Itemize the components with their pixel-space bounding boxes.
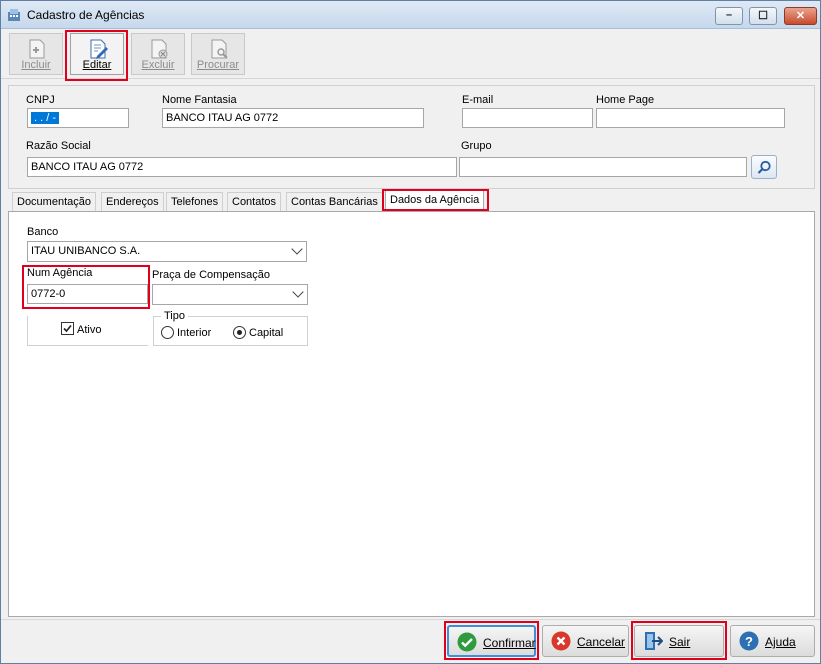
editar-button[interactable]: Editar: [70, 33, 124, 75]
svg-text:?: ?: [745, 634, 753, 649]
exit-door-icon: [645, 632, 663, 650]
interior-label: Interior: [177, 327, 212, 339]
ajuda-label: Ajuda: [765, 635, 796, 649]
check-circle-icon: [457, 632, 477, 652]
procurar-label: Procurar: [196, 59, 240, 71]
capital-radio[interactable]: [233, 326, 246, 339]
praca-compensacao-select[interactable]: [152, 284, 308, 305]
minimize-button[interactable]: –: [715, 7, 743, 25]
homepage-label: Home Page: [596, 94, 655, 106]
ajuda-button[interactable]: ? Ajuda: [730, 625, 815, 657]
cnpj-field[interactable]: . . / -: [27, 108, 129, 128]
tab-dados-agencia[interactable]: Dados da Agência: [385, 190, 485, 211]
num-agencia-label: Num Agência: [27, 267, 93, 279]
confirmar-button[interactable]: Confirmar: [447, 625, 536, 657]
razao-social-field[interactable]: BANCO ITAU AG 0772: [27, 157, 457, 177]
praca-compensacao-label: Praça de Compensação: [152, 269, 271, 281]
ativo-checkbox[interactable]: [61, 322, 74, 335]
excluir-label: Excluir: [141, 59, 175, 71]
grupo-field[interactable]: [459, 157, 747, 177]
cnpj-label: CNPJ: [26, 94, 55, 106]
search-icon: [757, 160, 771, 174]
tab-telefones[interactable]: Telefones: [166, 192, 224, 211]
grupo-label: Grupo: [461, 140, 492, 152]
email-field[interactable]: [462, 108, 593, 128]
toolbar: Incluir Editar Excluir Procurar: [1, 29, 820, 79]
editar-label: Editar: [82, 59, 112, 71]
delete-document-icon: [151, 39, 168, 59]
new-document-icon: [29, 39, 45, 59]
window-title: Cadastro de Agências: [27, 8, 145, 22]
search-document-icon: [211, 39, 228, 59]
tab-documentacao[interactable]: Documentação: [12, 192, 96, 211]
tipo-label: Tipo: [161, 310, 188, 322]
banco-value: ITAU UNIBANCO S.A.: [31, 245, 141, 257]
tab-contatos[interactable]: Contatos: [227, 192, 282, 211]
edit-document-icon: [90, 39, 108, 59]
ativo-label: Ativo: [77, 324, 102, 336]
incluir-button[interactable]: Incluir: [9, 33, 63, 75]
confirmar-label: Confirmar: [483, 636, 536, 650]
homepage-field[interactable]: [596, 108, 785, 128]
agency-registration-window: Cadastro de Agências – ☐ ✕ Incluir Edita…: [0, 0, 821, 664]
capital-label: Capital: [249, 327, 284, 339]
title-bar: Cadastro de Agências – ☐ ✕: [1, 1, 820, 29]
grupo-search-button[interactable]: [751, 155, 777, 179]
banco-select[interactable]: ITAU UNIBANCO S.A.: [27, 241, 307, 262]
chevron-down-icon: [291, 243, 303, 255]
tab-contas-bancarias[interactable]: Contas Bancárias: [286, 192, 383, 211]
email-label: E-mail: [462, 94, 494, 106]
excluir-button[interactable]: Excluir: [131, 33, 185, 75]
tab-strip: Documentação Endereços Telefones Contato…: [8, 190, 815, 212]
cnpj-value: . . / -: [31, 112, 59, 124]
num-agencia-field[interactable]: 0772-0: [27, 284, 148, 304]
sair-button[interactable]: Sair: [634, 625, 724, 657]
help-circle-icon: ?: [739, 631, 759, 651]
close-icon: ✕: [795, 10, 806, 22]
close-button[interactable]: ✕: [784, 7, 817, 25]
maximize-button[interactable]: ☐: [749, 7, 777, 25]
interior-radio[interactable]: [161, 326, 174, 339]
chevron-down-icon: [292, 286, 304, 298]
checkmark-icon: [63, 324, 72, 333]
sair-label: Sair: [669, 635, 691, 649]
maximize-icon: ☐: [758, 10, 768, 22]
minimize-icon: –: [725, 9, 733, 21]
footer-bar: Confirmar Cancelar Sair ? Ajuda: [1, 619, 820, 663]
cancelar-button[interactable]: Cancelar: [542, 625, 629, 657]
dados-agencia-page: Banco ITAU UNIBANCO S.A. Num Agência 077…: [8, 211, 815, 617]
agency-header-panel: CNPJ . . / - Nome Fantasia BANCO ITAU AG…: [8, 85, 815, 189]
cancelar-label: Cancelar: [577, 635, 626, 649]
cancel-circle-icon: [551, 631, 571, 651]
procurar-button[interactable]: Procurar: [191, 33, 245, 75]
nome-fantasia-field[interactable]: BANCO ITAU AG 0772: [162, 108, 424, 128]
razao-social-label: Razão Social: [26, 140, 91, 152]
incluir-label: Incluir: [21, 59, 51, 71]
nome-fantasia-label: Nome Fantasia: [162, 94, 237, 106]
app-icon: [8, 9, 20, 21]
banco-label: Banco: [27, 226, 59, 238]
tab-enderecos[interactable]: Endereços: [101, 192, 164, 211]
